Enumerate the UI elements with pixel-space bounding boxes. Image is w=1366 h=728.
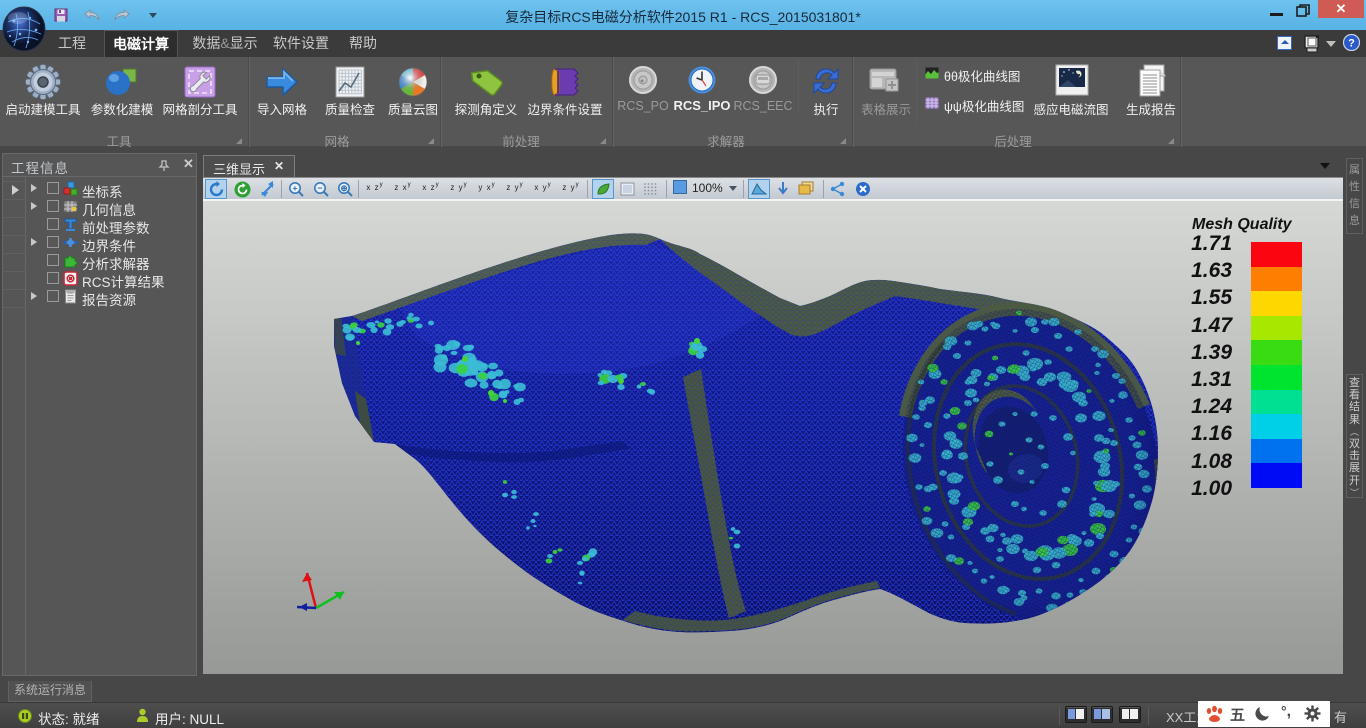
svg-text:?: ? (1348, 38, 1355, 50)
svg-text:+: + (293, 183, 298, 193)
svg-text:⊕: ⊕ (340, 183, 347, 193)
svg-text:−: − (318, 183, 323, 193)
